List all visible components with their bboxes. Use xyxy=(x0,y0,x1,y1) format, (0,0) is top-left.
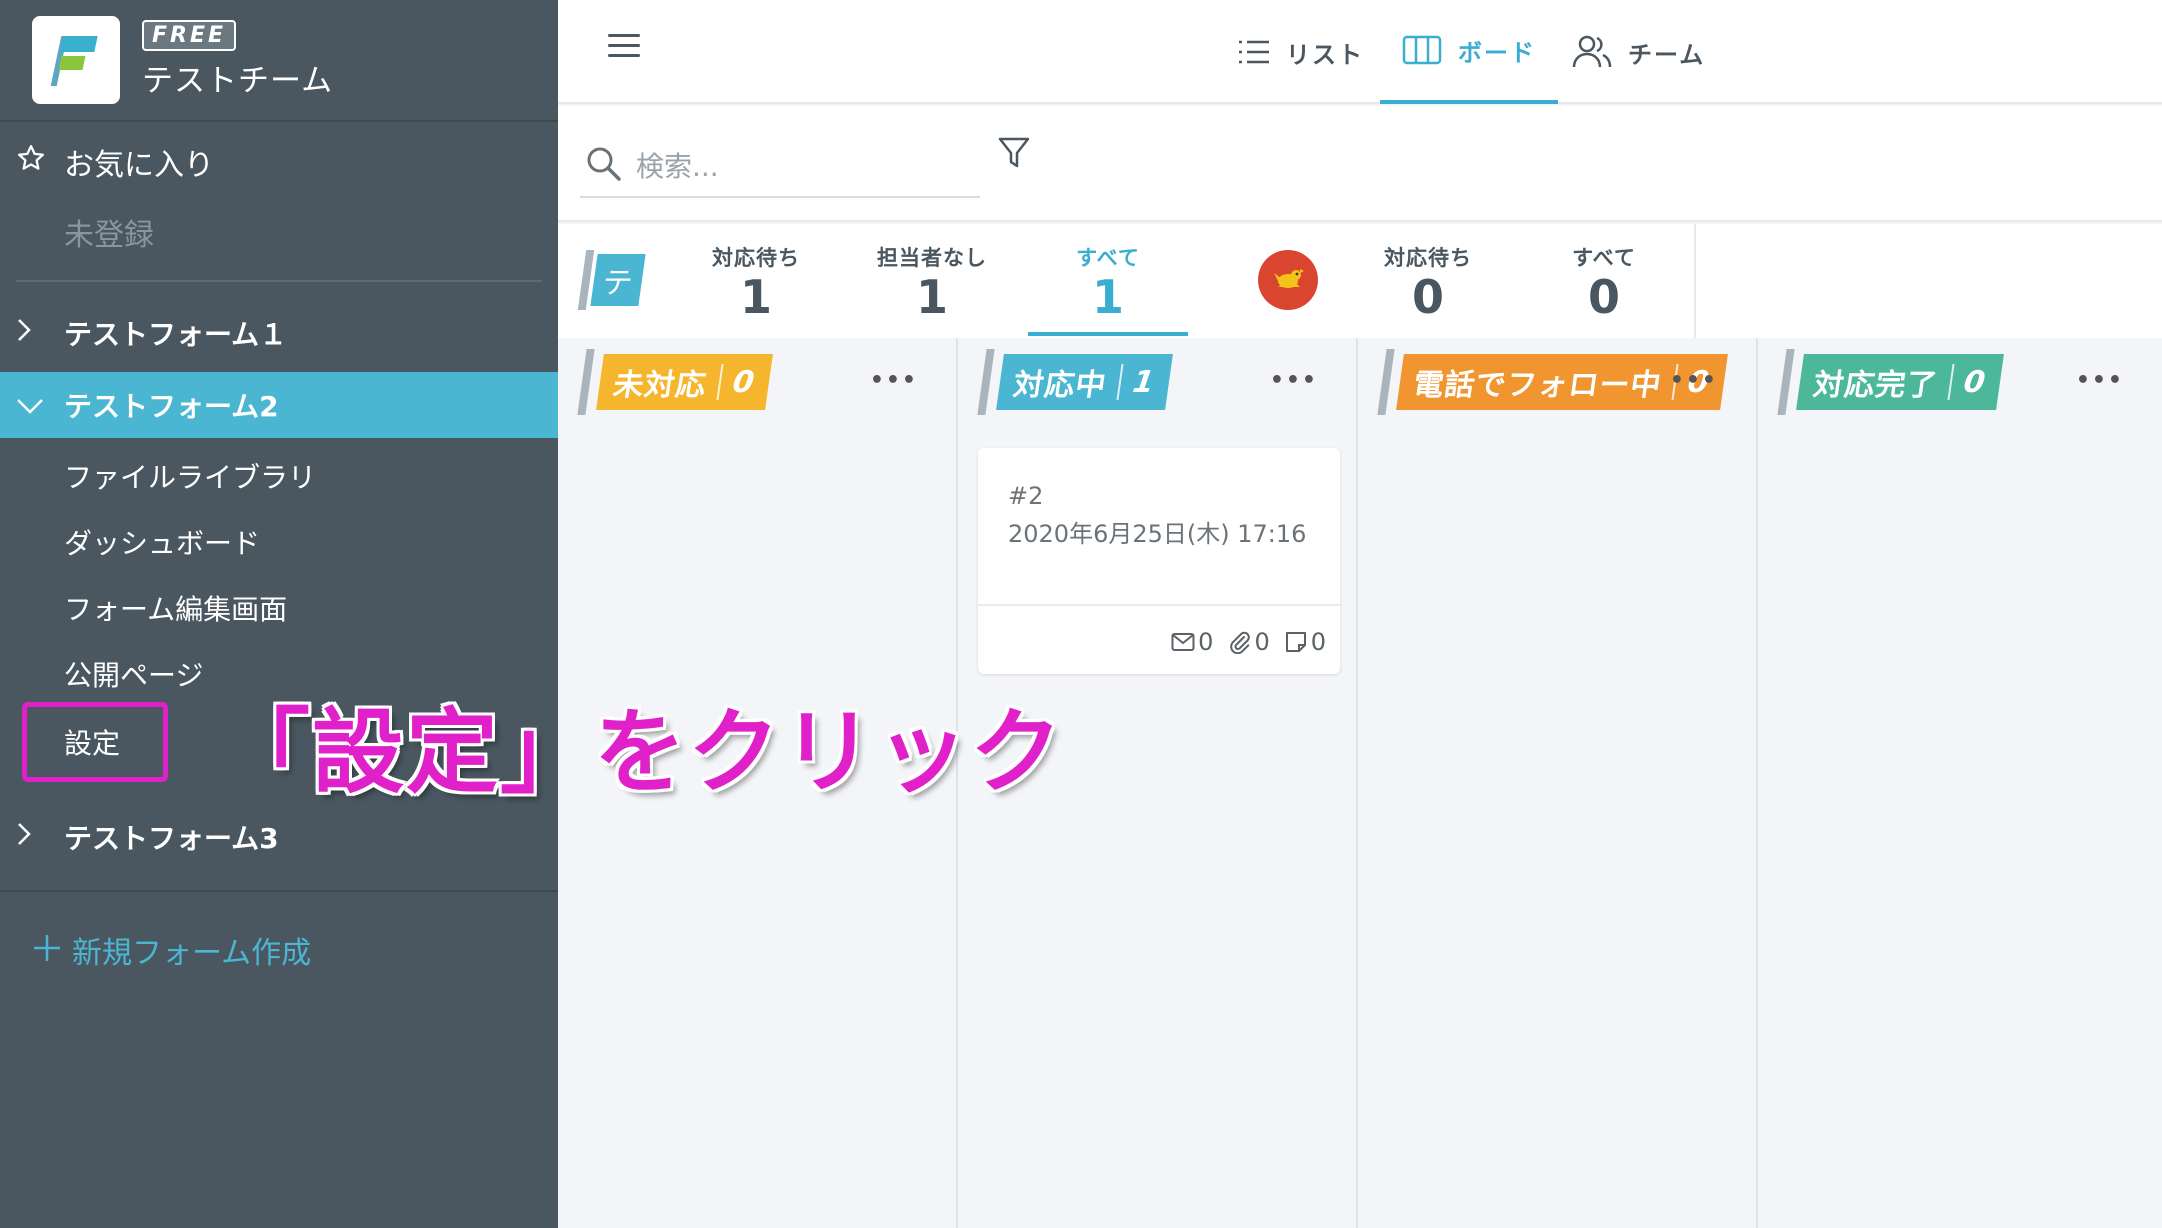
search-box xyxy=(580,136,980,198)
note-icon xyxy=(1285,632,1306,652)
stat-label: 担当者なし xyxy=(877,246,987,270)
board-card[interactable]: #2 2020年6月25日(木) 17:16 0 0 0 xyxy=(978,448,1340,674)
sidebar-form-3[interactable]: テストフォーム3 xyxy=(0,804,558,870)
card-date: 2020年6月25日(木) 17:16 xyxy=(1008,520,1307,548)
stat-label: すべて xyxy=(1572,246,1636,270)
search-input[interactable] xyxy=(636,149,956,183)
column-label: 対応完了 xyxy=(1811,368,1940,403)
stat-mine-waiting[interactable]: 対応待ち 0 xyxy=(1348,242,1508,322)
search-icon xyxy=(586,146,622,186)
divider xyxy=(0,120,558,122)
more-icon[interactable]: ••• xyxy=(1670,368,1718,393)
column-count: 0 xyxy=(730,364,758,400)
sidebar-file-library[interactable]: ファイルライブラリ xyxy=(64,456,316,496)
list-icon xyxy=(1238,39,1270,65)
sidebar-form-editor[interactable]: フォーム編集画面 xyxy=(64,588,287,628)
tab-team[interactable]: チーム xyxy=(1572,0,1705,104)
more-icon[interactable]: ••• xyxy=(1270,368,1318,393)
stat-team-all[interactable]: すべて 1 xyxy=(1028,242,1188,322)
favorites-header: お気に入り xyxy=(16,140,214,184)
new-form-label: 新規フォーム作成 xyxy=(72,936,312,971)
tab-label: チーム xyxy=(1628,40,1706,69)
plus-icon xyxy=(32,928,62,972)
stat-value: 0 xyxy=(1411,270,1444,324)
attachment-count: 0 xyxy=(1227,628,1270,656)
more-icon[interactable]: ••• xyxy=(870,368,918,393)
stat-mine-all[interactable]: すべて 0 xyxy=(1524,242,1684,322)
sidebar-form-1[interactable]: テストフォーム１ xyxy=(0,300,558,366)
favorites-label: お気に入り xyxy=(64,148,214,183)
status-tag: 対応中 1 xyxy=(996,354,1173,410)
instruction-annotation: 「設定」をクリック xyxy=(218,699,1065,806)
card-id: #2 xyxy=(1008,482,1044,510)
column-label: 未対応 xyxy=(611,368,709,403)
tab-label: リスト xyxy=(1286,40,1364,69)
team-flag: テ xyxy=(577,250,646,310)
tab-list[interactable]: リスト xyxy=(1238,0,1364,104)
stat-value: 1 xyxy=(915,270,948,324)
board-icon xyxy=(1402,35,1442,65)
column-header: 対応完了 0 xyxy=(1777,349,2004,415)
chevron-down-icon xyxy=(16,388,64,423)
sidebar: FREE テストチーム お気に入り 未登録 テストフォーム１ テストフォーム2 … xyxy=(0,0,558,1228)
column-count: 1 xyxy=(1130,364,1158,400)
sidebar-form-2[interactable]: テストフォーム2 xyxy=(0,372,558,438)
column-label: 対応中 xyxy=(1011,368,1109,403)
divider xyxy=(1694,224,1696,338)
column-label: 電話でフォロー中 xyxy=(1411,368,1664,403)
search-row xyxy=(558,106,2162,222)
team-initial: テ xyxy=(590,254,646,306)
board-column-done: 対応完了 0 ••• xyxy=(1760,338,2162,1228)
team-icon xyxy=(1572,34,1612,70)
active-stat-indicator xyxy=(1028,332,1188,336)
chevron-right-icon xyxy=(16,316,64,351)
plan-badge: FREE xyxy=(142,20,237,51)
new-form-button[interactable]: 新規フォーム作成 xyxy=(32,928,311,972)
stat-label: 対応待ち xyxy=(712,246,800,270)
status-tag: 未対応 0 xyxy=(596,354,773,410)
stat-value: 0 xyxy=(1587,270,1620,324)
card-meta: 0 0 0 xyxy=(1157,628,1326,656)
form-label: テストフォーム3 xyxy=(64,822,279,855)
mail-icon xyxy=(1171,633,1195,651)
stats-row: テ 対応待ち 1 担当者なし 1 すべて 1 対応待ち 0 すべて 0 xyxy=(558,224,2162,338)
sidebar-public-page[interactable]: 公開ページ xyxy=(64,654,203,694)
paperclip-icon xyxy=(1230,631,1251,654)
divider xyxy=(0,890,558,892)
note-count: 0 xyxy=(1284,628,1326,656)
stat-value: 1 xyxy=(739,270,772,324)
more-icon[interactable]: ••• xyxy=(2076,368,2124,393)
board-column-phone-follow: 電話でフォロー中 0 ••• xyxy=(1360,338,1758,1228)
form-label: テストフォーム2 xyxy=(64,390,279,423)
star-icon xyxy=(16,143,50,181)
brand[interactable]: FREE テストチーム xyxy=(32,16,333,104)
sidebar-dashboard[interactable]: ダッシュボード xyxy=(64,522,260,562)
divider xyxy=(16,280,542,282)
column-header: 未対応 0 xyxy=(577,349,773,415)
form-label: テストフォーム１ xyxy=(64,318,288,351)
filter-icon[interactable] xyxy=(998,136,1030,174)
tab-board[interactable]: ボード xyxy=(1380,0,1558,104)
stat-label: 対応待ち xyxy=(1384,246,1472,270)
column-header: 対応中 1 xyxy=(977,349,1173,415)
team-name: テストチーム xyxy=(142,63,334,99)
mail-count: 0 xyxy=(1171,628,1213,656)
avatar xyxy=(1258,250,1318,310)
tab-label: ボード xyxy=(1458,38,1536,67)
stat-team-unassigned[interactable]: 担当者なし 1 xyxy=(852,242,1012,322)
settings-highlight-box xyxy=(22,702,168,782)
column-count: 0 xyxy=(1961,364,1989,400)
menu-icon[interactable] xyxy=(608,34,640,60)
app-logo xyxy=(32,16,120,104)
brand-text: FREE テストチーム xyxy=(142,20,333,100)
status-tag: 対応完了 0 xyxy=(1796,354,2004,410)
chevron-right-icon xyxy=(16,820,64,855)
top-nav: リスト ボード チーム xyxy=(558,0,2162,104)
favorites-empty-text: 未登録 xyxy=(64,218,154,253)
stat-team-waiting[interactable]: 対応待ち 1 xyxy=(676,242,836,322)
stat-value: 1 xyxy=(1091,270,1124,324)
stat-label: すべて xyxy=(1076,246,1140,270)
